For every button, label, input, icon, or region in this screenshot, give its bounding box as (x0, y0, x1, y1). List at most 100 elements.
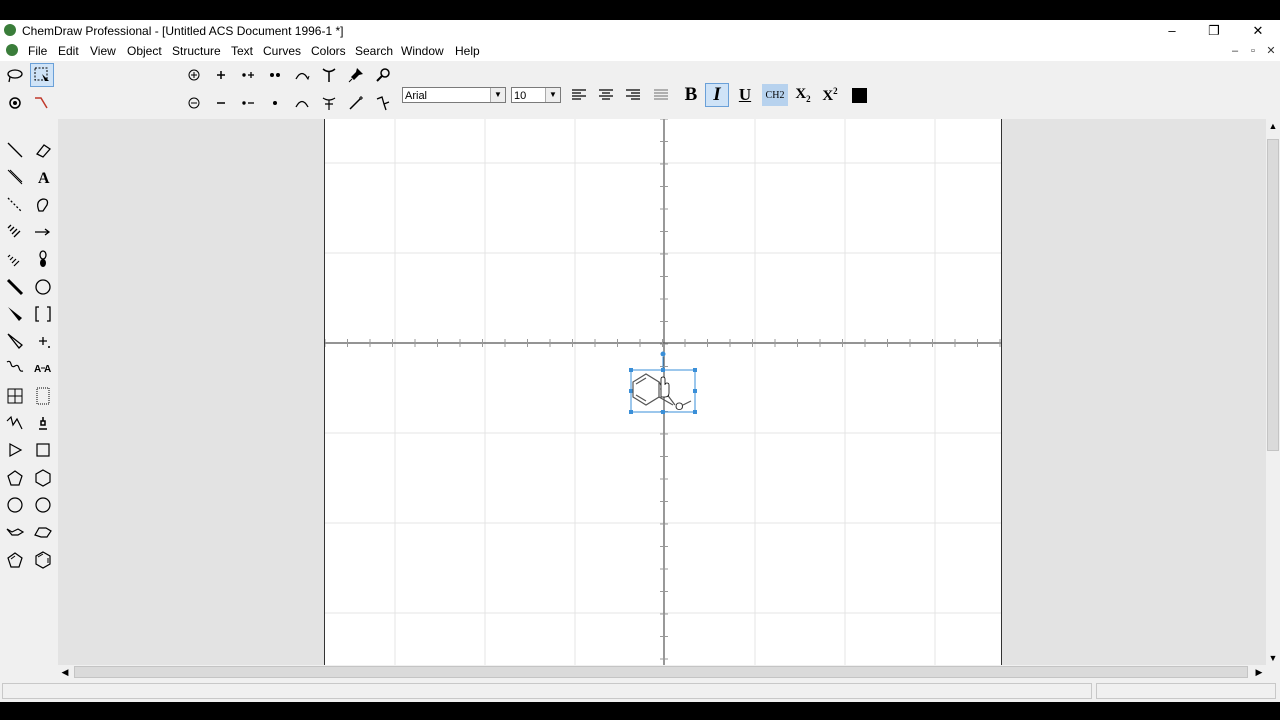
hashed-wedge-tool[interactable] (3, 221, 27, 243)
underline-button[interactable]: U (734, 84, 756, 106)
menu-curves[interactable]: Curves (263, 44, 301, 58)
lasso-tool[interactable] (4, 64, 26, 86)
cyclohexane-boat-tool[interactable] (31, 521, 55, 543)
menu-view[interactable]: View (90, 44, 116, 58)
bold-button[interactable]: B (680, 84, 702, 106)
plus-tool[interactable] (210, 64, 232, 86)
negative-charge-tool[interactable] (183, 92, 205, 114)
menu-edit[interactable]: Edit (58, 44, 79, 58)
table-tool[interactable] (3, 385, 27, 407)
pen-tool[interactable] (31, 194, 55, 216)
document-page[interactable]: O (324, 119, 1002, 665)
pin-tool[interactable] (345, 64, 367, 86)
heptagon-tool[interactable] (3, 494, 27, 516)
lone-pair-tool[interactable] (264, 64, 286, 86)
restore-button[interactable]: ❐ (1192, 20, 1236, 41)
charge-plus-tool[interactable] (31, 330, 55, 352)
italic-button[interactable]: I (705, 83, 729, 107)
bond-curve-tool[interactable] (31, 92, 53, 114)
doc-restore-button[interactable]: ▫ (1245, 44, 1261, 58)
marquee-tool[interactable] (30, 63, 54, 87)
close-button[interactable]: ✕ (1236, 20, 1280, 41)
bracket-tool[interactable] (31, 303, 55, 325)
eraser-tool[interactable] (31, 139, 55, 161)
horizontal-scrollbar[interactable]: ◀ ▶ (58, 665, 1266, 679)
menu-colors[interactable]: Colors (311, 44, 346, 58)
menu-window[interactable]: Window (401, 44, 444, 58)
cyclopentadiene-tool[interactable] (3, 549, 27, 571)
split-tool[interactable] (318, 92, 340, 114)
tlc-plate-tool[interactable] (31, 385, 55, 407)
status-panel-right (1096, 683, 1276, 699)
align-left-button[interactable] (568, 84, 590, 106)
scroll-up-icon[interactable]: ▲ (1266, 119, 1280, 133)
pentagon-tool[interactable] (3, 467, 27, 489)
dashed-bond-tool[interactable] (3, 194, 27, 216)
canvas-area[interactable]: O (58, 119, 1266, 665)
menu-structure[interactable]: Structure (172, 44, 221, 58)
subscript-button[interactable]: X2 (792, 84, 814, 106)
zoom-tool[interactable] (372, 64, 394, 86)
scroll-right-icon[interactable]: ▶ (1252, 665, 1266, 679)
menu-help[interactable]: Help (455, 44, 480, 58)
fork-tool[interactable] (318, 64, 340, 86)
chain-tool[interactable] (372, 92, 394, 114)
doc-minimize-button[interactable]: – (1227, 44, 1243, 58)
wand-tool[interactable] (345, 92, 367, 114)
align-center-button[interactable] (595, 84, 617, 106)
atom-map-tool[interactable]: AA (31, 357, 55, 379)
menu-bar: File Edit View Object Structure Text Cur… (0, 41, 1280, 61)
title-bar: ChemDraw Professional - [Untitled ACS Do… (0, 20, 1280, 41)
orbital-tool[interactable] (31, 248, 55, 270)
minimize-button[interactable]: – (1150, 20, 1194, 41)
triangle-tool[interactable] (3, 439, 27, 461)
hashed-bond-tool[interactable] (3, 166, 27, 188)
hexagon-tool[interactable] (31, 467, 55, 489)
stamp-tool[interactable] (31, 412, 55, 434)
formula-button[interactable]: CH2 (762, 84, 788, 106)
circle-plus-icon (188, 69, 200, 81)
square-tool[interactable] (31, 439, 55, 461)
bold-bond-tool[interactable] (3, 276, 27, 298)
text-tool[interactable]: A (31, 166, 55, 188)
solid-bond-tool[interactable] (3, 139, 27, 161)
align-right-button[interactable] (622, 84, 644, 106)
justify-button[interactable] (650, 84, 672, 106)
vertical-scrollbar[interactable]: ▲ ▼ (1266, 119, 1280, 665)
minus-tool[interactable] (210, 92, 232, 114)
hollow-wedge-tool[interactable] (3, 330, 27, 352)
wavy-bond-tool[interactable] (3, 357, 27, 379)
superscript-button[interactable]: X2 (819, 84, 841, 106)
application-window: ChemDraw Professional - [Untitled ACS Do… (0, 20, 1280, 702)
font-name-select[interactable]: Arial ▼ (402, 87, 506, 103)
horizontal-scroll-thumb[interactable] (74, 666, 1248, 678)
menu-object[interactable]: Object (127, 44, 162, 58)
arrow-tool[interactable] (31, 221, 55, 243)
scroll-down-icon[interactable]: ▼ (1266, 651, 1280, 665)
menu-text[interactable]: Text (231, 44, 253, 58)
doc-close-button[interactable]: ✕ (1263, 44, 1279, 58)
bold-hashed-wedge-tool[interactable] (3, 248, 27, 270)
octagon-tool[interactable] (31, 494, 55, 516)
benzene-tool[interactable] (31, 549, 55, 571)
molecule-selection[interactable]: O (625, 349, 705, 419)
font-size-select[interactable]: 10 ▼ (511, 87, 561, 103)
dot-minus-icon (242, 101, 254, 105)
positive-charge-tool[interactable] (183, 64, 205, 86)
radical-tool[interactable] (264, 92, 286, 114)
scroll-left-icon[interactable]: ◀ (58, 665, 72, 679)
menu-search[interactable]: Search (355, 44, 393, 58)
radical-anion-tool[interactable] (237, 92, 259, 114)
circle-tool[interactable] (31, 276, 55, 298)
radical-cation-tool[interactable] (237, 64, 259, 86)
arc-arrow-tool[interactable] (291, 64, 313, 86)
wedge-bond-tool[interactable] (3, 303, 27, 325)
half-arc-arrow-tool[interactable] (291, 92, 313, 114)
rotate-tool[interactable] (4, 92, 26, 114)
color-button[interactable] (848, 84, 870, 106)
menu-file[interactable]: File (28, 44, 47, 58)
document-icon[interactable] (6, 44, 18, 56)
vertical-scroll-thumb[interactable] (1267, 139, 1279, 451)
cyclohexane-chair-tool[interactable] (3, 521, 27, 543)
spectrum-tool[interactable] (3, 412, 27, 434)
